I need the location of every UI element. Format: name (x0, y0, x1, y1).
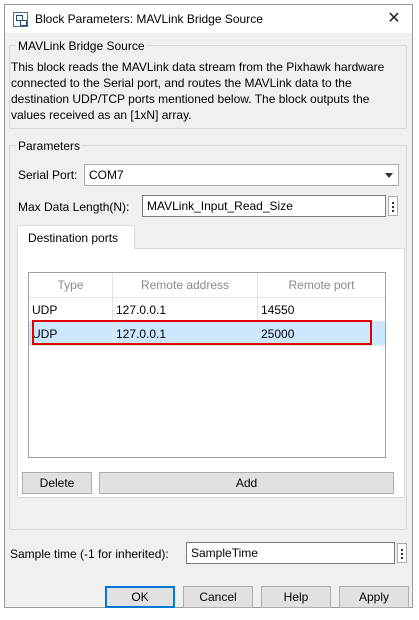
column-header-remote-port[interactable]: Remote port (258, 273, 385, 298)
destination-ports-table: Type Remote address Remote port UDP 127.… (28, 272, 386, 458)
row-remote-address: 127.0.0.1 (113, 298, 258, 322)
tab-destination-ports-label: Destination ports (28, 231, 119, 245)
close-button[interactable]: ✕ (384, 9, 404, 29)
table-row[interactable]: UDP 127.0.0.1 14550 (29, 298, 385, 322)
sample-time-options-button[interactable] (397, 543, 407, 563)
cancel-button[interactable]: Cancel (183, 586, 253, 608)
row-type: UDP (29, 298, 113, 322)
delete-button[interactable]: Delete (22, 472, 92, 494)
title-bar: Block Parameters: MAVLink Bridge Source … (5, 5, 412, 33)
column-header-type[interactable]: Type (29, 273, 113, 298)
max-data-length-value: MAVLink_Input_Read_Size (147, 199, 293, 213)
apply-button[interactable]: Apply (339, 586, 409, 608)
ok-button[interactable]: OK (105, 586, 175, 608)
chevron-down-icon (385, 173, 393, 178)
column-header-remote-address[interactable]: Remote address (113, 273, 258, 298)
serial-port-label: Serial Port: (18, 168, 78, 182)
max-data-length-field[interactable]: MAVLink_Input_Read_Size (142, 195, 386, 217)
add-button[interactable]: Add (99, 472, 394, 494)
max-data-length-options-button[interactable] (388, 196, 398, 216)
block-name-legend: MAVLink Bridge Source (16, 39, 147, 53)
window-title: Block Parameters: MAVLink Bridge Source (35, 12, 263, 26)
max-data-length-label: Max Data Length(N): (18, 200, 130, 214)
row-remote-port: 14550 (258, 298, 385, 322)
block-icon (13, 12, 28, 27)
block-description: This block reads the MAVLink data stream… (11, 60, 385, 122)
sample-time-label: Sample time (-1 for inherited): (10, 547, 169, 561)
serial-port-dropdown[interactable]: COM7 (84, 164, 399, 186)
sample-time-value: SampleTime (191, 546, 258, 560)
close-icon: ✕ (387, 10, 401, 27)
help-button[interactable]: Help (261, 586, 331, 608)
selected-row-highlight (32, 320, 372, 345)
tab-destination-ports[interactable]: Destination ports (17, 225, 135, 249)
serial-port-value: COM7 (89, 168, 124, 182)
parameters-legend: Parameters (16, 139, 83, 153)
sample-time-field[interactable]: SampleTime (186, 542, 395, 564)
